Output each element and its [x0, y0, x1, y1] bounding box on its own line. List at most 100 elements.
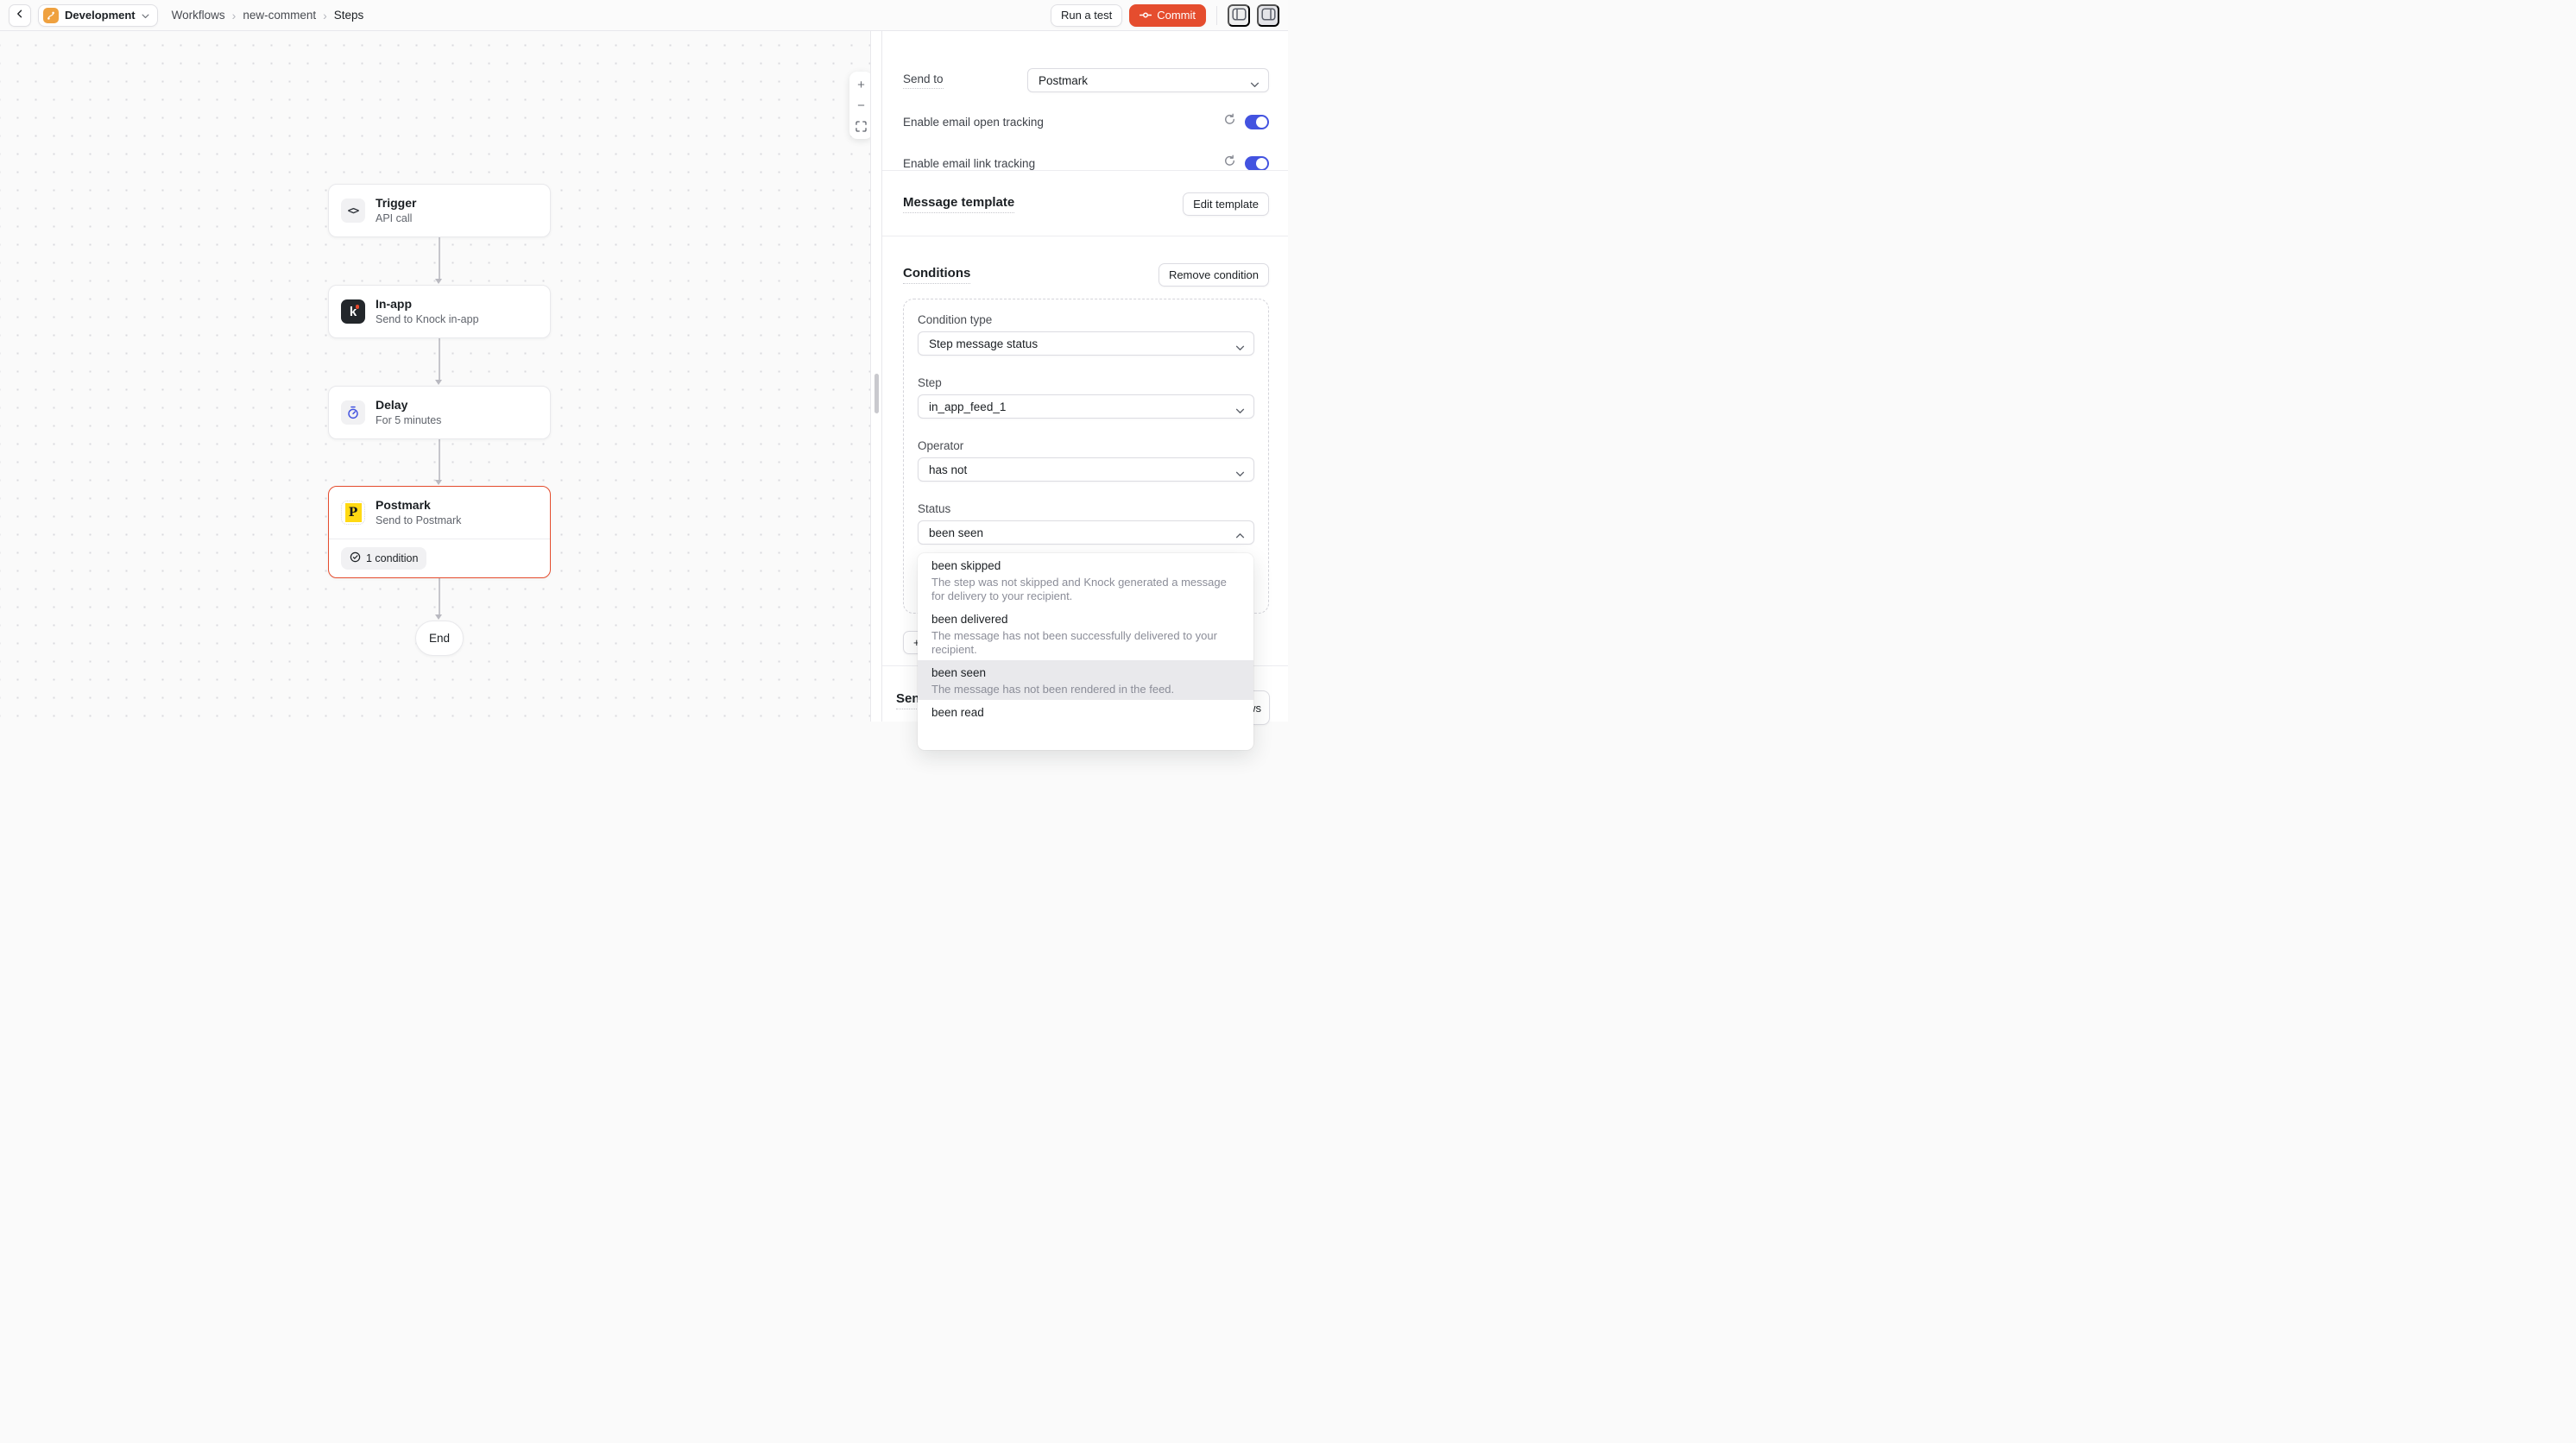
- breadcrumb-steps[interactable]: Steps: [334, 9, 364, 22]
- breadcrumb: Workflows › new-comment › Steps: [172, 9, 364, 22]
- chevron-right-icon: ›: [232, 9, 237, 22]
- commit-label: Commit: [1157, 9, 1196, 22]
- chevron-right-icon: ›: [323, 9, 327, 22]
- option-title: been skipped: [931, 558, 1240, 574]
- step-config-panel: Send to Postmark Enable email open track…: [882, 31, 1288, 722]
- edge-trigger-inapp: [439, 235, 440, 279]
- status-dropdown-menu: been skipped The step was not skipped an…: [918, 553, 1253, 750]
- node-postmark[interactable]: P Postmark Send to Postmark 1 condition: [328, 486, 551, 578]
- option-description: The step was not skipped and Knock gener…: [931, 576, 1240, 603]
- chevron-down-icon: [1250, 78, 1260, 91]
- condition-type-label: Condition type: [918, 313, 1254, 327]
- condition-type-value: Step message status: [929, 337, 1038, 350]
- refresh-icon[interactable]: [1223, 154, 1236, 172]
- conditions-heading: Conditions: [903, 266, 970, 284]
- open-tracking-label: Enable email open tracking: [903, 116, 1044, 129]
- dropdown-option-been-skipped[interactable]: been skipped The step was not skipped an…: [918, 553, 1253, 607]
- fit-view-button[interactable]: [849, 116, 870, 136]
- chevron-down-icon: [1235, 341, 1245, 354]
- node-subtitle: Send to Knock in-app: [376, 312, 479, 327]
- workflow-branch-icon: [43, 8, 59, 23]
- chevron-left-icon: [15, 9, 25, 22]
- workflow-canvas[interactable]: <> Trigger API call k In-app Send to Kno…: [0, 31, 870, 722]
- postmark-stamp-icon: P: [341, 501, 365, 525]
- operator-label: Operator: [918, 439, 1254, 453]
- edge-postmark-end: [439, 577, 440, 614]
- option-description: The message has not been rendered in the…: [931, 683, 1240, 696]
- commit-icon: [1140, 9, 1152, 22]
- send-windows-heading-partial: Sen: [896, 691, 920, 709]
- edge-delay-postmark: [439, 438, 440, 480]
- step-select[interactable]: in_app_feed_1: [918, 394, 1254, 419]
- option-title: been read: [931, 705, 1240, 721]
- edit-template-button[interactable]: Edit template: [1183, 192, 1269, 216]
- node-delay[interactable]: Delay For 5 minutes: [328, 386, 551, 439]
- topbar-divider: [1216, 6, 1217, 25]
- link-tracking-label: Enable email link tracking: [903, 157, 1035, 170]
- node-title: Delay: [376, 397, 441, 413]
- chevron-down-icon: [1235, 467, 1245, 480]
- panel-resize-handle[interactable]: [874, 374, 879, 413]
- open-tracking-toggle[interactable]: [1245, 115, 1269, 129]
- condition-type-select[interactable]: Step message status: [918, 331, 1254, 356]
- panel-resize-gutter[interactable]: [870, 31, 882, 722]
- operator-select[interactable]: has not: [918, 457, 1254, 482]
- option-title: been delivered: [931, 612, 1240, 627]
- refresh-icon[interactable]: [1223, 113, 1236, 130]
- zoom-in-button[interactable]: +: [849, 74, 870, 95]
- stopwatch-icon: [341, 400, 365, 425]
- code-brackets-icon: <>: [341, 198, 365, 223]
- breadcrumb-workflows[interactable]: Workflows: [172, 9, 225, 22]
- operator-value: has not: [929, 463, 967, 476]
- top-bar: Development Workflows › new-comment › St…: [0, 0, 1288, 31]
- back-button[interactable]: [9, 4, 31, 27]
- dropdown-option-been-read[interactable]: been read: [918, 700, 1253, 724]
- node-subtitle: Send to Postmark: [376, 514, 461, 528]
- link-tracking-toggle[interactable]: [1245, 156, 1269, 171]
- check-circle-icon: [350, 551, 361, 565]
- send-to-label: Send to: [903, 72, 944, 89]
- node-title: Postmark: [376, 497, 461, 513]
- environment-label: Development: [65, 9, 136, 22]
- step-value: in_app_feed_1: [929, 400, 1006, 413]
- dropdown-option-been-seen[interactable]: been seen The message has not been rende…: [918, 660, 1253, 700]
- status-value: been seen: [929, 526, 983, 539]
- edge-arrowhead: [435, 279, 442, 284]
- knock-logo-icon: k: [341, 299, 365, 324]
- edge-arrowhead: [435, 614, 442, 620]
- edge-arrowhead: [435, 480, 442, 485]
- node-title: Trigger: [376, 195, 416, 211]
- status-label: Status: [918, 502, 1254, 516]
- edge-arrowhead: [435, 380, 442, 385]
- step-label: Step: [918, 376, 1254, 390]
- commit-button[interactable]: Commit: [1129, 4, 1206, 27]
- node-end[interactable]: End: [415, 621, 464, 656]
- toggle-left-panel-button[interactable]: [1228, 4, 1250, 27]
- zoom-out-button[interactable]: −: [849, 95, 870, 116]
- run-test-button[interactable]: Run a test: [1051, 4, 1122, 27]
- chevron-up-icon: [1235, 530, 1245, 543]
- node-subtitle: API call: [376, 211, 416, 226]
- edge-inapp-delay: [439, 337, 440, 380]
- node-title: In-app: [376, 296, 479, 312]
- send-to-select[interactable]: Postmark: [1027, 68, 1269, 92]
- node-subtitle: For 5 minutes: [376, 413, 441, 428]
- canvas-zoom-controls: + −: [849, 72, 870, 139]
- toggle-right-panel-button[interactable]: [1257, 4, 1279, 27]
- panel-right-icon: [1261, 8, 1276, 23]
- send-to-value: Postmark: [1039, 74, 1088, 87]
- node-in-app[interactable]: k In-app Send to Knock in-app: [328, 285, 551, 338]
- status-select[interactable]: been seen: [918, 520, 1254, 545]
- condition-badge-label: 1 condition: [366, 552, 418, 564]
- option-description: The message has not been successfully de…: [931, 629, 1240, 657]
- dropdown-option-been-delivered[interactable]: been delivered The message has not been …: [918, 607, 1253, 660]
- remove-condition-button[interactable]: Remove condition: [1159, 263, 1269, 287]
- node-trigger[interactable]: <> Trigger API call: [328, 184, 551, 237]
- option-title: been seen: [931, 665, 1240, 681]
- panel-left-icon: [1232, 8, 1247, 23]
- condition-badge[interactable]: 1 condition: [341, 547, 426, 570]
- section-divider: [882, 170, 1288, 171]
- environment-switcher[interactable]: Development: [38, 4, 158, 27]
- breadcrumb-workflow-name[interactable]: new-comment: [243, 9, 316, 22]
- chevron-down-icon: [1235, 404, 1245, 417]
